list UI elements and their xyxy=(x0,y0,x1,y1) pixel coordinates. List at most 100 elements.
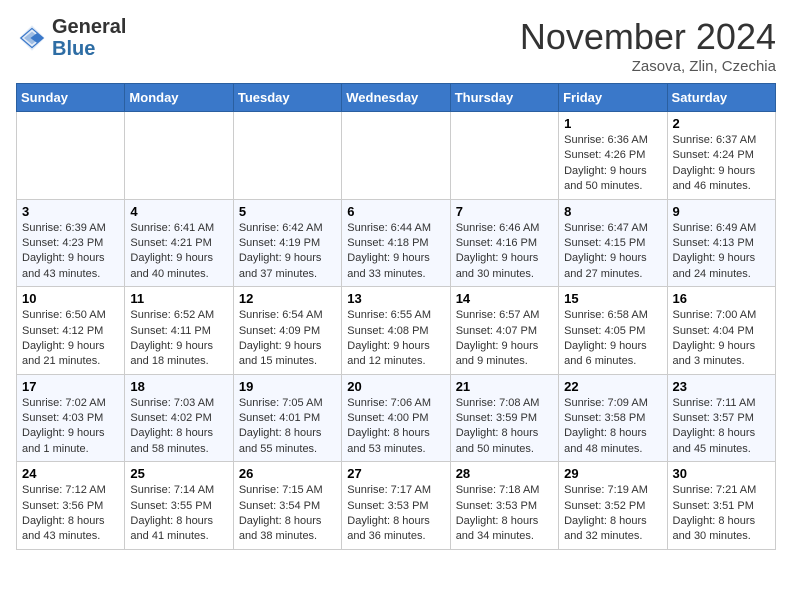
weekday-header: Sunday xyxy=(17,84,125,112)
day-number: 15 xyxy=(564,291,661,306)
calendar-cell: 11 Sunrise: 6:52 AM Sunset: 4:11 PM Dayli… xyxy=(125,287,233,375)
logo-icon xyxy=(16,22,48,54)
day-number: 17 xyxy=(22,379,119,394)
calendar-cell: 8Sunrise: 6:47 AM Sunset: 4:15 PM Daylig… xyxy=(559,199,667,287)
day-info: Sunrise: 7:17 AM Sunset: 3:53 PM Dayligh… xyxy=(347,483,444,545)
month-title: November 2024 xyxy=(520,16,776,58)
calendar-cell: 13 Sunrise: 6:55 AM Sunset: 4:08 PM Dayli… xyxy=(342,287,450,375)
day-number: 3 xyxy=(22,204,119,219)
day-info: Sunrise: 7:19 AM Sunset: 3:52 PM Dayligh… xyxy=(564,483,661,545)
day-info: Sunrise: 6:39 AM Sunset: 4:23 PM Dayligh… xyxy=(22,221,119,283)
day-number: 5 xyxy=(239,204,336,219)
day-info: Sunrise: 6:49 AM Sunset: 4:13 PM Dayligh… xyxy=(673,221,770,283)
weekday-header: Monday xyxy=(125,84,233,112)
day-info: Sunrise: 7:09 AM Sunset: 3:58 PM Dayligh… xyxy=(564,396,661,458)
calendar-cell: 2 Sunrise: 6:37 AM Sunset: 4:24 PM Daylig… xyxy=(667,112,775,200)
logo-general: General xyxy=(52,16,126,38)
day-number: 9 xyxy=(673,204,770,219)
calendar-week-row: 1 Sunrise: 6:36 AM Sunset: 4:26 PM Daylig… xyxy=(17,112,776,200)
day-number: 14 xyxy=(456,291,553,306)
calendar-cell: 18 Sunrise: 7:03 AM Sunset: 4:02 PM Dayli… xyxy=(125,374,233,462)
day-number: 27 xyxy=(347,466,444,481)
day-number: 10 xyxy=(22,291,119,306)
day-number: 6 xyxy=(347,204,444,219)
calendar-week-row: 3 Sunrise: 6:39 AM Sunset: 4:23 PM Daylig… xyxy=(17,199,776,287)
calendar-cell: 14 Sunrise: 6:57 AM Sunset: 4:07 PM Dayli… xyxy=(450,287,558,375)
calendar-cell: 22 Sunrise: 7:09 AM Sunset: 3:58 PM Dayli… xyxy=(559,374,667,462)
day-number: 2 xyxy=(673,116,770,131)
calendar-cell: 1 Sunrise: 6:36 AM Sunset: 4:26 PM Daylig… xyxy=(559,112,667,200)
day-number: 28 xyxy=(456,466,553,481)
day-info: Sunrise: 7:12 AM Sunset: 3:56 PM Dayligh… xyxy=(22,483,119,545)
calendar-table: SundayMondayTuesdayWednesdayThursdayFrid… xyxy=(16,83,776,550)
calendar-week-row: 10 Sunrise: 6:50 AM Sunset: 4:12 PM Dayli… xyxy=(17,287,776,375)
calendar-cell: 3 Sunrise: 6:39 AM Sunset: 4:23 PM Daylig… xyxy=(17,199,125,287)
day-info: Sunrise: 6:46 AM Sunset: 4:16 PM Dayligh… xyxy=(456,221,553,283)
day-info: Sunrise: 7:05 AM Sunset: 4:01 PM Dayligh… xyxy=(239,396,336,458)
day-info: Sunrise: 6:52 AM Sunset: 4:11 PM Dayligh… xyxy=(130,308,227,370)
calendar-cell: 30 Sunrise: 7:21 AM Sunset: 3:51 PM Dayli… xyxy=(667,462,775,550)
weekday-header: Friday xyxy=(559,84,667,112)
day-info: Sunrise: 7:06 AM Sunset: 4:00 PM Dayligh… xyxy=(347,396,444,458)
logo-blue: Blue xyxy=(52,38,95,60)
day-number: 25 xyxy=(130,466,227,481)
calendar-week-row: 17 Sunrise: 7:02 AM Sunset: 4:03 PM Dayli… xyxy=(17,374,776,462)
day-info: Sunrise: 6:44 AM Sunset: 4:18 PM Dayligh… xyxy=(347,221,444,283)
calendar-cell: 29Sunrise: 7:19 AM Sunset: 3:52 PM Dayli… xyxy=(559,462,667,550)
calendar-cell xyxy=(450,112,558,200)
day-number: 7 xyxy=(456,204,553,219)
day-info: Sunrise: 7:08 AM Sunset: 3:59 PM Dayligh… xyxy=(456,396,553,458)
logo-text: General Blue xyxy=(52,16,126,60)
day-info: Sunrise: 6:37 AM Sunset: 4:24 PM Dayligh… xyxy=(673,133,770,195)
calendar-cell: 27 Sunrise: 7:17 AM Sunset: 3:53 PM Dayli… xyxy=(342,462,450,550)
day-info: Sunrise: 7:00 AM Sunset: 4:04 PM Dayligh… xyxy=(673,308,770,370)
day-info: Sunrise: 7:11 AM Sunset: 3:57 PM Dayligh… xyxy=(673,396,770,458)
day-info: Sunrise: 7:03 AM Sunset: 4:02 PM Dayligh… xyxy=(130,396,227,458)
weekday-header: Thursday xyxy=(450,84,558,112)
logo: General Blue xyxy=(16,16,126,60)
day-info: Sunrise: 6:47 AM Sunset: 4:15 PM Dayligh… xyxy=(564,221,661,283)
day-info: Sunrise: 6:42 AM Sunset: 4:19 PM Dayligh… xyxy=(239,221,336,283)
day-info: Sunrise: 6:41 AM Sunset: 4:21 PM Dayligh… xyxy=(130,221,227,283)
calendar-cell: 4Sunrise: 6:41 AM Sunset: 4:21 PM Daylig… xyxy=(125,199,233,287)
weekday-header: Tuesday xyxy=(233,84,341,112)
calendar-cell: 17 Sunrise: 7:02 AM Sunset: 4:03 PM Dayli… xyxy=(17,374,125,462)
calendar-cell xyxy=(17,112,125,200)
calendar-cell: 16 Sunrise: 7:00 AM Sunset: 4:04 PM Dayli… xyxy=(667,287,775,375)
calendar-cell xyxy=(125,112,233,200)
day-number: 21 xyxy=(456,379,553,394)
calendar-cell: 5 Sunrise: 6:42 AM Sunset: 4:19 PM Daylig… xyxy=(233,199,341,287)
day-number: 16 xyxy=(673,291,770,306)
day-info: Sunrise: 7:18 AM Sunset: 3:53 PM Dayligh… xyxy=(456,483,553,545)
day-number: 13 xyxy=(347,291,444,306)
weekday-header-row: SundayMondayTuesdayWednesdayThursdayFrid… xyxy=(17,84,776,112)
calendar-cell: 20 Sunrise: 7:06 AM Sunset: 4:00 PM Dayli… xyxy=(342,374,450,462)
day-number: 30 xyxy=(673,466,770,481)
day-info: Sunrise: 6:55 AM Sunset: 4:08 PM Dayligh… xyxy=(347,308,444,370)
day-number: 22 xyxy=(564,379,661,394)
day-number: 23 xyxy=(673,379,770,394)
calendar-cell: 7 Sunrise: 6:46 AM Sunset: 4:16 PM Daylig… xyxy=(450,199,558,287)
calendar-cell: 15 Sunrise: 6:58 AM Sunset: 4:05 PM Dayli… xyxy=(559,287,667,375)
calendar-cell: 10 Sunrise: 6:50 AM Sunset: 4:12 PM Dayli… xyxy=(17,287,125,375)
day-info: Sunrise: 7:15 AM Sunset: 3:54 PM Dayligh… xyxy=(239,483,336,545)
day-number: 12 xyxy=(239,291,336,306)
day-number: 20 xyxy=(347,379,444,394)
calendar-cell: 12 Sunrise: 6:54 AM Sunset: 4:09 PM Dayli… xyxy=(233,287,341,375)
day-number: 1 xyxy=(564,116,661,131)
day-info: Sunrise: 6:58 AM Sunset: 4:05 PM Dayligh… xyxy=(564,308,661,370)
calendar-cell: 9 Sunrise: 6:49 AM Sunset: 4:13 PM Daylig… xyxy=(667,199,775,287)
calendar-cell: 23 Sunrise: 7:11 AM Sunset: 3:57 PM Dayli… xyxy=(667,374,775,462)
day-info: Sunrise: 6:57 AM Sunset: 4:07 PM Dayligh… xyxy=(456,308,553,370)
calendar-cell: 19Sunrise: 7:05 AM Sunset: 4:01 PM Dayli… xyxy=(233,374,341,462)
day-number: 18 xyxy=(130,379,227,394)
day-info: Sunrise: 6:54 AM Sunset: 4:09 PM Dayligh… xyxy=(239,308,336,370)
day-info: Sunrise: 6:36 AM Sunset: 4:26 PM Dayligh… xyxy=(564,133,661,195)
calendar-cell: 24Sunrise: 7:12 AM Sunset: 3:56 PM Dayli… xyxy=(17,462,125,550)
day-number: 11 xyxy=(130,291,227,306)
day-info: Sunrise: 7:02 AM Sunset: 4:03 PM Dayligh… xyxy=(22,396,119,458)
day-info: Sunrise: 6:50 AM Sunset: 4:12 PM Dayligh… xyxy=(22,308,119,370)
weekday-header: Saturday xyxy=(667,84,775,112)
day-info: Sunrise: 7:14 AM Sunset: 3:55 PM Dayligh… xyxy=(130,483,227,545)
day-info: Sunrise: 7:21 AM Sunset: 3:51 PM Dayligh… xyxy=(673,483,770,545)
